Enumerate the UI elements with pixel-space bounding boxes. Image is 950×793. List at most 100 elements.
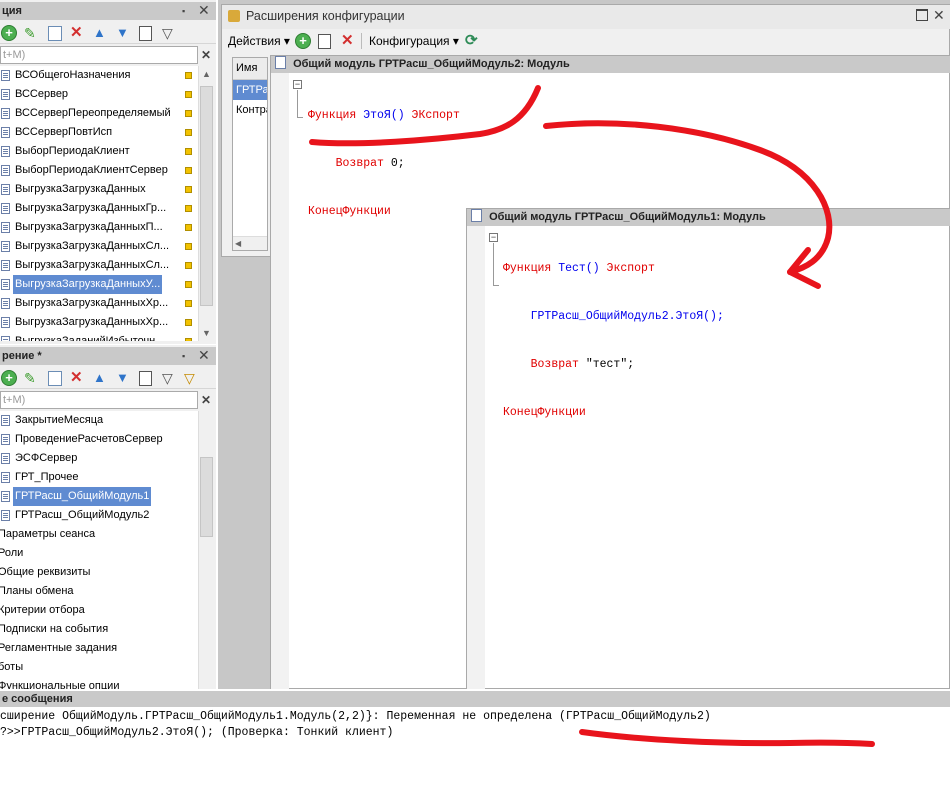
delete-icon[interactable]: ✕ xyxy=(70,25,86,41)
add-icon[interactable]: + xyxy=(1,25,17,41)
tree-item[interactable]: ВСОбщегоНазначения xyxy=(0,66,198,85)
close-window-icon[interactable]: ✕ xyxy=(933,7,945,24)
module-icon xyxy=(1,127,10,138)
tree-item[interactable]: ВССервер xyxy=(0,85,198,104)
tree-item[interactable]: ВыгрузкаЗагрузкаДанныхХр... xyxy=(0,313,198,332)
delete-icon[interactable]: ✕ xyxy=(70,370,86,386)
tree-item[interactable]: ЗакрытиеМесяца xyxy=(0,411,198,430)
add-icon[interactable]: + xyxy=(1,370,17,386)
copy-icon[interactable] xyxy=(48,371,62,386)
tree-item[interactable]: ВыгрузкаЗагрузкаДанныхГр... xyxy=(0,199,198,218)
module-icon xyxy=(471,209,482,222)
list-icon[interactable] xyxy=(139,26,152,41)
bottom-list-scrollbar[interactable] xyxy=(198,411,214,689)
move-down-icon[interactable]: ▼ xyxy=(116,25,132,41)
module-icon xyxy=(1,70,10,81)
filter-icon[interactable]: ▽ xyxy=(162,370,178,386)
tree-item[interactable]: ВыгрузкаЗагрузкаДанных xyxy=(0,180,198,199)
filter-clear-icon[interactable]: ▽ xyxy=(184,370,200,386)
tree-group[interactable]: Подписки на события xyxy=(0,620,198,639)
tree-group[interactable]: боты xyxy=(0,658,198,677)
configuration-menu[interactable]: Конфигурация ▾ xyxy=(369,34,459,48)
fold-line xyxy=(297,90,298,118)
message-line-1[interactable]: сширение ОбщийМодуль.ГРТРасш_ОбщийМодуль… xyxy=(0,709,711,725)
message-line-2[interactable]: ?>>ГРТРасш_ОбщийМодуль2.ЭтоЯ(); (Проверк… xyxy=(0,725,393,741)
code-line-1: Функция Тест() Экспорт xyxy=(503,261,724,277)
tree-group[interactable]: Роли xyxy=(0,544,198,563)
refresh-icon[interactable]: ⟳ xyxy=(465,31,478,49)
properties-icon[interactable] xyxy=(318,34,331,49)
tree-item[interactable]: ВыгрузкаЗагрузкаДанныхУ... xyxy=(0,275,198,294)
tree-group[interactable]: Критерии отбора xyxy=(0,601,198,620)
tree-group[interactable]: Регламентные задания xyxy=(0,639,198,658)
copy-icon[interactable] xyxy=(48,26,62,41)
extensions-title: Расширения конфигурации xyxy=(246,9,405,23)
move-down-icon[interactable]: ▼ xyxy=(116,370,132,386)
edit-icon[interactable]: ✎ xyxy=(24,370,40,386)
tree-group[interactable]: Общие реквизиты xyxy=(0,563,198,582)
tree-item[interactable]: ПроведениеРасчетовСервер xyxy=(0,430,198,449)
close-icon[interactable]: ✕ xyxy=(198,346,210,364)
lock-icon xyxy=(185,224,192,231)
tree-item[interactable]: ВыгрузкаЗаданийИзбыточн xyxy=(0,332,198,341)
tree-item[interactable]: ВыборПериодаКлиент xyxy=(0,142,198,161)
top-search-placeholder: t+M) xyxy=(3,49,26,61)
close-icon[interactable]: ✕ xyxy=(198,1,210,19)
keyword-function: Функция xyxy=(308,109,357,122)
scroll-thumb[interactable] xyxy=(200,86,213,306)
module1-code[interactable]: Функция Тест() Экспорт ГРТРасш_ОбщийМоду… xyxy=(503,229,724,453)
clear-search-icon[interactable]: ✕ xyxy=(201,391,211,409)
keyword-endfunction: КонецФункции xyxy=(503,406,586,419)
function-name: ЭтоЯ() xyxy=(363,109,405,122)
delete-extension-icon[interactable]: ✕ xyxy=(341,31,354,49)
horizontal-scrollbar[interactable]: ◀ xyxy=(233,236,267,250)
filter-icon[interactable]: ▽ xyxy=(162,25,178,41)
tree-item-label: ПроведениеРасчетовСервер xyxy=(15,433,163,445)
fold-toggle-icon[interactable]: − xyxy=(489,233,498,242)
tree-item[interactable]: ВыгрузкаЗагрузкаДанныхП... xyxy=(0,218,198,237)
tree-item[interactable]: ГРТРасш_ОбщийМодуль1 xyxy=(0,487,198,506)
pin-icon[interactable]: ▪ xyxy=(182,347,185,365)
clear-search-icon[interactable]: ✕ xyxy=(201,46,211,64)
lock-icon xyxy=(185,186,192,193)
column-name-header[interactable]: Имя xyxy=(233,58,267,80)
tree-item[interactable]: ВыборПериодаКлиентСервер xyxy=(0,161,198,180)
scroll-thumb[interactable] xyxy=(200,457,213,537)
scroll-up-icon[interactable]: ▲ xyxy=(199,66,214,82)
tree-item[interactable]: ВыгрузкаЗагрузкаДанныхХр... xyxy=(0,294,198,313)
maximize-icon[interactable] xyxy=(916,9,928,21)
move-up-icon[interactable]: ▲ xyxy=(93,370,109,386)
scroll-down-icon[interactable]: ▼ xyxy=(199,325,214,341)
extensions-toolbar: Действия ▾ + ✕ Конфигурация ▾ ⟳ xyxy=(222,29,950,53)
extension-row[interactable]: Контра xyxy=(233,100,267,120)
actions-menu[interactable]: Действия ▾ xyxy=(228,34,290,48)
pin-icon[interactable]: ▪ xyxy=(182,2,185,20)
tree-item[interactable]: ВыгрузкаЗагрузкаДанныхСл... xyxy=(0,256,198,275)
fold-end xyxy=(297,117,303,118)
tree-item[interactable]: ГРТРасш_ОбщийМодуль2 xyxy=(0,506,198,525)
code-line-2: ГРТРасш_ОбщийМодуль2.ЭтоЯ(); xyxy=(503,309,724,325)
add-extension-icon[interactable]: + xyxy=(295,33,311,49)
tree-item[interactable]: ВыгрузкаЗагрузкаДанныхСл... xyxy=(0,237,198,256)
tree-item[interactable]: ЭСФСервер xyxy=(0,449,198,468)
tree-group[interactable]: Функциональные опции xyxy=(0,677,198,689)
list-icon[interactable] xyxy=(139,371,152,386)
tree-item[interactable]: ГРТ_Прочее xyxy=(0,468,198,487)
edit-icon[interactable]: ✎ xyxy=(24,25,40,41)
keyword-export: Экспорт xyxy=(606,262,655,275)
top-search-input[interactable]: t+M) xyxy=(0,46,198,64)
top-list-scrollbar[interactable]: ▲ ▼ xyxy=(198,66,214,341)
code-line-1: Функция ЭтоЯ() ЭКспорт xyxy=(308,108,460,124)
tree-group[interactable]: Параметры сеанса xyxy=(0,525,198,544)
tree-group[interactable]: Планы обмена xyxy=(0,582,198,601)
module1-title-bar: Общий модуль ГРТРасш_ОбщийМодуль1: Модул… xyxy=(467,209,950,226)
tree-item[interactable]: ВССерверПереопределяемый xyxy=(0,104,198,123)
module2-code[interactable]: Функция ЭтоЯ() ЭКспорт Возврат 0; КонецФ… xyxy=(308,76,460,252)
fold-toggle-icon[interactable]: − xyxy=(293,80,302,89)
module-icon xyxy=(1,222,10,233)
configuration-label: Конфигурация xyxy=(369,34,450,48)
tree-item[interactable]: ВССерверПовтИсп xyxy=(0,123,198,142)
extension-row[interactable]: ГРТРа xyxy=(233,80,267,100)
move-up-icon[interactable]: ▲ xyxy=(93,25,109,41)
bottom-search-input[interactable]: t+M) xyxy=(0,391,198,409)
